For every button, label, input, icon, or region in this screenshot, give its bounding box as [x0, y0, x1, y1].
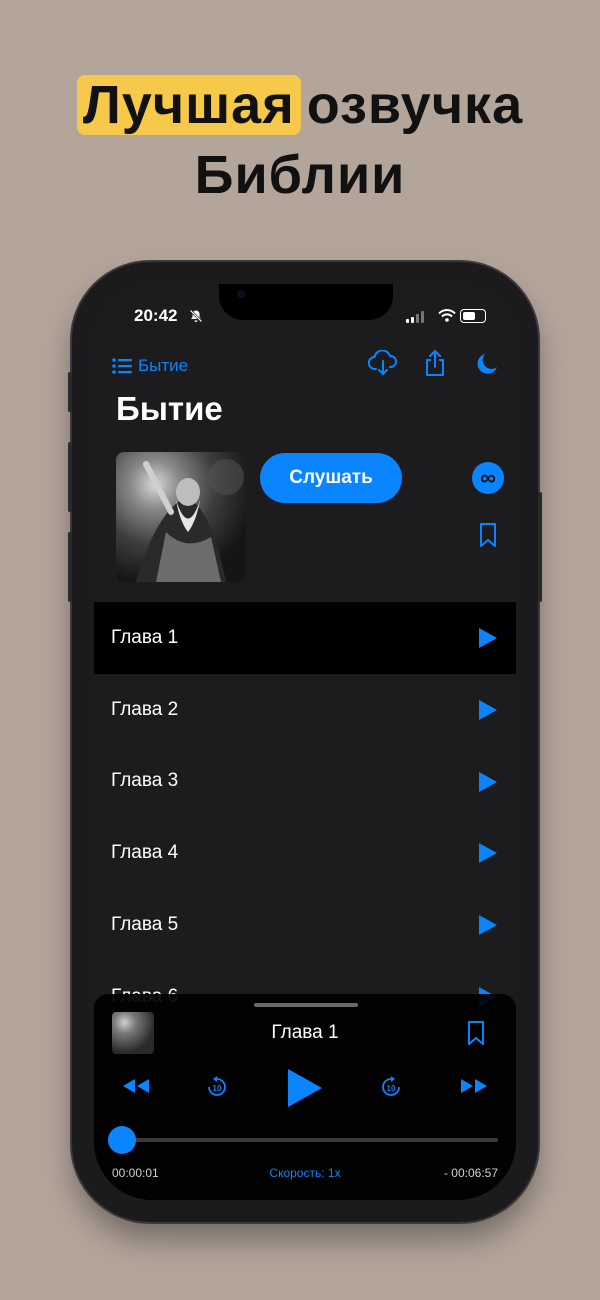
chapter-label: Глава 5 [111, 914, 179, 936]
volume-up-button [68, 442, 72, 512]
status-time: 20:42 [134, 306, 178, 325]
share-button[interactable] [420, 348, 450, 378]
promo-rest: озвучка [306, 75, 524, 135]
chapter-label: Глава 4 [111, 842, 179, 864]
back-label: Бытие [138, 356, 189, 375]
camera [237, 290, 245, 298]
promo-headline: Лучшая озвучка Библии [0, 70, 600, 210]
chapter-label: Глава 3 [111, 770, 179, 792]
listen-button[interactable]: Слушать [260, 453, 402, 503]
phone-frame: 20:42 Бытие Бытие Слушать ∞ Глава 1 Глав… [68, 262, 542, 1222]
chapter-row[interactable]: Глава 5 [94, 889, 516, 961]
chapter-row[interactable]: Глава 4 [94, 817, 516, 889]
repeat-button[interactable]: ∞ [472, 462, 504, 494]
bookmark-icon [480, 523, 496, 547]
bookmark-icon [468, 1021, 484, 1045]
play-icon [288, 1069, 322, 1107]
play-icon[interactable] [478, 699, 498, 721]
progress-slider[interactable] [108, 1126, 498, 1154]
remaining-time: - 00:06:57 [443, 1166, 498, 1180]
chapter-label: Глава 2 [111, 698, 179, 720]
play-button[interactable] [286, 1068, 324, 1108]
forward-10-button[interactable]: 10 [380, 1076, 402, 1098]
power-button [538, 492, 542, 602]
chapter-label: Глава 1 [111, 626, 179, 648]
forward-10-icon: 10 [382, 1076, 400, 1096]
playback-controls: 10 10 [94, 1064, 516, 1114]
play-icon[interactable] [478, 842, 498, 864]
bookmark-button[interactable] [478, 522, 498, 553]
moon-icon [477, 354, 497, 374]
battery-icon [460, 309, 486, 323]
bell-slash-icon [189, 309, 203, 328]
progress-knob[interactable] [108, 1126, 136, 1154]
infinity-icon: ∞ [480, 465, 496, 490]
next-button[interactable] [460, 1078, 488, 1094]
play-icon[interactable] [478, 627, 498, 649]
screen: 20:42 Бытие Бытие Слушать ∞ Глава 1 Глав… [94, 284, 516, 1200]
cover-image [116, 452, 246, 582]
svg-text:10: 10 [213, 1084, 222, 1093]
list-icon [112, 358, 132, 374]
wifi-icon [438, 309, 456, 327]
volume-down-button [68, 532, 72, 602]
forward-icon [461, 1079, 487, 1093]
cloud-download-icon [368, 350, 397, 375]
chapter-list: Глава 1 Глава 2 Глава 3 Глава 4 Глава 5 … [94, 602, 516, 1033]
page-title: Бытие [116, 390, 223, 427]
play-icon[interactable] [478, 771, 498, 793]
mute-switch [68, 372, 72, 412]
status-bar: 20:42 [94, 306, 516, 330]
grabber-handle[interactable] [254, 1003, 358, 1007]
now-playing-title: Глава 1 [271, 1022, 339, 1043]
chapter-row[interactable]: Глава 1 [94, 602, 516, 674]
promo-highlight: Лучшая [76, 75, 301, 135]
chapter-row[interactable]: Глава 2 [94, 674, 516, 746]
cloud-download-button[interactable] [368, 348, 398, 378]
share-icon [426, 350, 444, 376]
promo-line2: Библии [194, 145, 406, 205]
chapter-row[interactable]: Глава 3 [94, 746, 516, 818]
nav-actions [346, 348, 502, 378]
previous-button[interactable] [122, 1078, 150, 1094]
rewind-10-icon: 10 [208, 1076, 226, 1096]
svg-text:10: 10 [387, 1084, 396, 1093]
dark-mode-button[interactable] [472, 348, 502, 378]
play-icon[interactable] [478, 914, 498, 936]
mini-player: Глава 1 10 10 00:00:01 Скорость: 1x - 00… [94, 994, 516, 1200]
back-button[interactable]: Бытие [112, 356, 188, 376]
rewind-10-button[interactable]: 10 [206, 1076, 228, 1098]
signal-icon [406, 310, 426, 328]
player-bookmark-button[interactable] [466, 1020, 486, 1051]
backward-icon [123, 1079, 149, 1093]
